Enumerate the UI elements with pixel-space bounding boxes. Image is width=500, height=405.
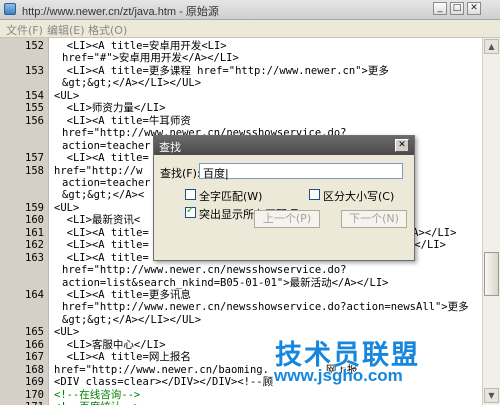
find-dialog-title: 查找 xyxy=(159,141,181,154)
line-number: 156 xyxy=(25,114,44,127)
match-case-checkbox[interactable] xyxy=(309,189,320,200)
code-line: href="http://www.newer.cn/newsshowservic… xyxy=(0,264,482,277)
code-text: <UL> xyxy=(54,326,80,339)
code-line: action=list&search_nkind=B05-01-01">最新活动… xyxy=(0,277,482,290)
code-line: 154 <UL> xyxy=(0,90,482,103)
code-line: 169 <DIV class=clear></DIV></DIV><!--顾 xyxy=(0,376,482,389)
line-number: 168 xyxy=(25,363,44,376)
find-label: 查找(F): xyxy=(160,167,201,180)
line-number: 161 xyxy=(25,226,44,239)
code-text: &gt;&gt;</A></LI></UL> xyxy=(62,313,202,326)
code-text: &gt;&gt;</A>< xyxy=(62,189,145,202)
vertical-scrollbar[interactable]: ▲ ▼ xyxy=(482,38,500,405)
line-number: 160 xyxy=(25,214,44,227)
code-text: <DIV class=clear></DIV></DIV><!--顾 xyxy=(54,376,274,389)
menu-format[interactable]: 格式(O) xyxy=(88,22,127,38)
code-text: <LI><A title=更多课程 href="http://www.newer… xyxy=(54,64,389,77)
line-number: 163 xyxy=(25,251,44,264)
find-dialog: 查找 ✕ 查找(F): 百度| 全字匹配(W) 区分大小写(C) 突出显示所有匹… xyxy=(153,135,415,261)
menu-edit[interactable]: 编辑(E) xyxy=(47,22,85,38)
code-line: 170 <!--在线咨询--> xyxy=(0,389,482,402)
code-line: &gt;&gt;</A></LI></UL> xyxy=(0,77,482,90)
line-number: 157 xyxy=(25,152,44,165)
find-dialog-close-button[interactable]: ✕ xyxy=(395,139,409,152)
code-text: <LI><A title= xyxy=(54,251,149,264)
line-number: 165 xyxy=(25,326,44,339)
code-text: <!--在线咨询--> xyxy=(54,388,141,401)
find-input[interactable]: 百度| xyxy=(199,163,403,180)
code-text: <UL> xyxy=(54,201,80,214)
watermark-url: www.jsgho.com xyxy=(274,366,403,385)
title-bar[interactable]: http://www.newer.cn/zt/java.htm - 原始源 _ … xyxy=(0,0,500,20)
code-text: <LI><A title=网上报名 xyxy=(54,351,191,364)
line-number: 164 xyxy=(25,289,44,301)
line-number: 170 xyxy=(25,388,44,401)
highlight-all-checkbox[interactable] xyxy=(185,205,196,218)
code-text: href="http://www.newer.cn/newsshowservic… xyxy=(62,301,469,314)
page-icon xyxy=(4,3,16,15)
next-button[interactable]: 下一个(N) xyxy=(341,210,407,228)
line-number: 158 xyxy=(25,164,44,177)
line-number: 154 xyxy=(25,89,44,102)
previous-button[interactable]: 上一个(P) xyxy=(254,210,320,228)
menu-file[interactable]: 文件(F) xyxy=(6,22,43,38)
line-number: 152 xyxy=(25,40,44,52)
code-line: &gt;&gt;</A></LI></UL> xyxy=(0,314,482,327)
scroll-up-icon[interactable]: ▲ xyxy=(484,39,499,54)
code-text: <LI>师资力量</LI> xyxy=(54,102,166,115)
line-number: 159 xyxy=(25,201,44,214)
code-text: action=teacher xyxy=(62,176,151,189)
code-text: <UL> xyxy=(54,89,80,102)
code-line: 156 <LI><A title=牛耳师资 xyxy=(0,115,482,128)
find-dialog-title-bar[interactable]: 查找 ✕ xyxy=(154,136,414,155)
line-number: 171 xyxy=(2,401,44,405)
scroll-thumb[interactable] xyxy=(484,252,499,296)
code-text: <LI>最新资讯< xyxy=(54,214,141,227)
code-text: <!--百度统计--> xyxy=(54,401,140,405)
code-text: action=list&search_nkind=B05-01-01">最新活动… xyxy=(62,276,389,289)
line-number: 162 xyxy=(25,239,44,252)
close-button[interactable]: ✕ xyxy=(467,2,481,15)
minimize-button[interactable]: _ xyxy=(433,2,447,15)
line-number: 153 xyxy=(25,64,44,77)
maximize-button[interactable]: □ xyxy=(450,2,464,15)
line-number: 155 xyxy=(25,102,44,115)
code-text: <LI>客服中心</LI> xyxy=(54,338,166,351)
code-line: 171 <!--百度统计--> xyxy=(0,401,482,405)
code-text: &gt;&gt;</A></LI></UL> xyxy=(62,77,202,90)
code-text: href="#">安卓用用开发</A></LI> xyxy=(62,52,239,65)
code-line: href="#">安卓用用开发</A></LI> xyxy=(0,52,482,65)
code-text: action=teacher xyxy=(62,139,151,152)
whole-word-label: 全字匹配(W) xyxy=(199,190,263,203)
match-case-label: 区分大小写(C) xyxy=(323,190,395,203)
code-text: <LI><A title=牛耳师资 xyxy=(54,114,191,127)
code-line: 155 <LI>师资力量</LI> xyxy=(0,102,482,115)
line-number: 169 xyxy=(25,376,44,389)
code-text: href="http://www.newer.cn/newsshowservic… xyxy=(62,264,347,277)
code-line: href="http://www.newer.cn/newsshowservic… xyxy=(0,301,482,314)
menu-bar: 文件(F) 编辑(E) 格式(O) xyxy=(0,20,500,38)
line-number: 167 xyxy=(25,351,44,364)
app-window: http://www.newer.cn/zt/java.htm - 原始源 _ … xyxy=(0,0,500,405)
line-number: 166 xyxy=(25,338,44,351)
code-text: href="http://w xyxy=(54,164,143,177)
scroll-down-icon[interactable]: ▼ xyxy=(484,388,499,403)
whole-word-checkbox[interactable] xyxy=(185,189,196,200)
code-text: <LI><A title= xyxy=(54,152,149,165)
window-title: http://www.newer.cn/zt/java.htm - 原始源 xyxy=(22,6,219,18)
code-line: 153 <LI><A title=更多课程 href="http://www.n… xyxy=(0,65,482,78)
